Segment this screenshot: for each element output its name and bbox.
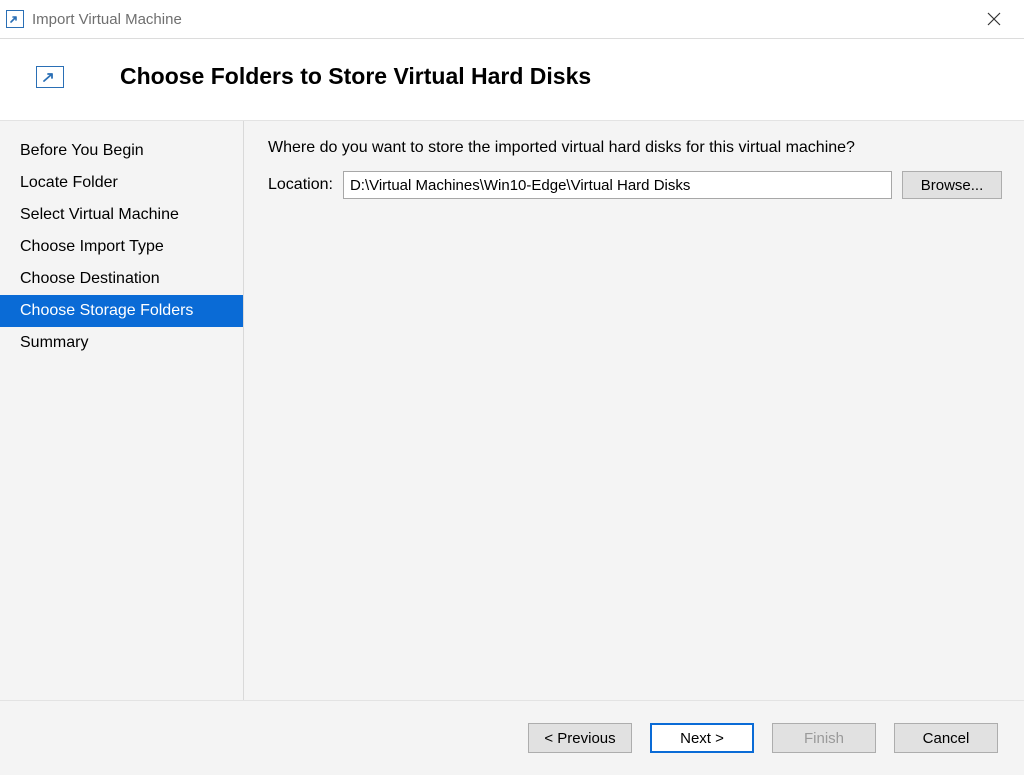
step-choose-storage-folders[interactable]: Choose Storage Folders — [0, 295, 243, 327]
location-row: Location: Browse... — [268, 171, 1002, 199]
wizard-header: Choose Folders to Store Virtual Hard Dis… — [0, 39, 1024, 120]
step-locate-folder[interactable]: Locate Folder — [0, 167, 243, 199]
location-input[interactable] — [343, 171, 892, 199]
finish-button: Finish — [772, 723, 876, 753]
window-title: Import Virtual Machine — [32, 11, 182, 28]
wizard-footer: < Previous Next > Finish Cancel — [0, 700, 1024, 775]
step-before-you-begin[interactable]: Before You Begin — [0, 135, 243, 167]
prompt-text: Where do you want to store the imported … — [268, 139, 1002, 157]
step-choose-import-type[interactable]: Choose Import Type — [0, 231, 243, 263]
titlebar: Import Virtual Machine — [0, 0, 1024, 39]
import-arrow-icon — [36, 66, 64, 88]
step-select-virtual-machine[interactable]: Select Virtual Machine — [0, 199, 243, 231]
next-button[interactable]: Next > — [650, 723, 754, 753]
wizard-body: Before You Begin Locate Folder Select Vi… — [0, 120, 1024, 700]
browse-button[interactable]: Browse... — [902, 171, 1002, 199]
wizard-steps-sidebar: Before You Begin Locate Folder Select Vi… — [0, 121, 244, 700]
import-arrow-icon — [6, 10, 24, 28]
location-label: Location: — [268, 176, 333, 194]
page-title: Choose Folders to Store Virtual Hard Dis… — [120, 63, 591, 90]
wizard-window: Import Virtual Machine Choose Folders to… — [0, 0, 1024, 775]
cancel-button[interactable]: Cancel — [894, 723, 998, 753]
titlebar-right — [982, 0, 1024, 38]
step-summary[interactable]: Summary — [0, 327, 243, 359]
step-choose-destination[interactable]: Choose Destination — [0, 263, 243, 295]
titlebar-left: Import Virtual Machine — [0, 10, 182, 28]
previous-button[interactable]: < Previous — [528, 723, 632, 753]
wizard-content: Where do you want to store the imported … — [244, 121, 1024, 700]
close-button[interactable] — [982, 7, 1006, 31]
